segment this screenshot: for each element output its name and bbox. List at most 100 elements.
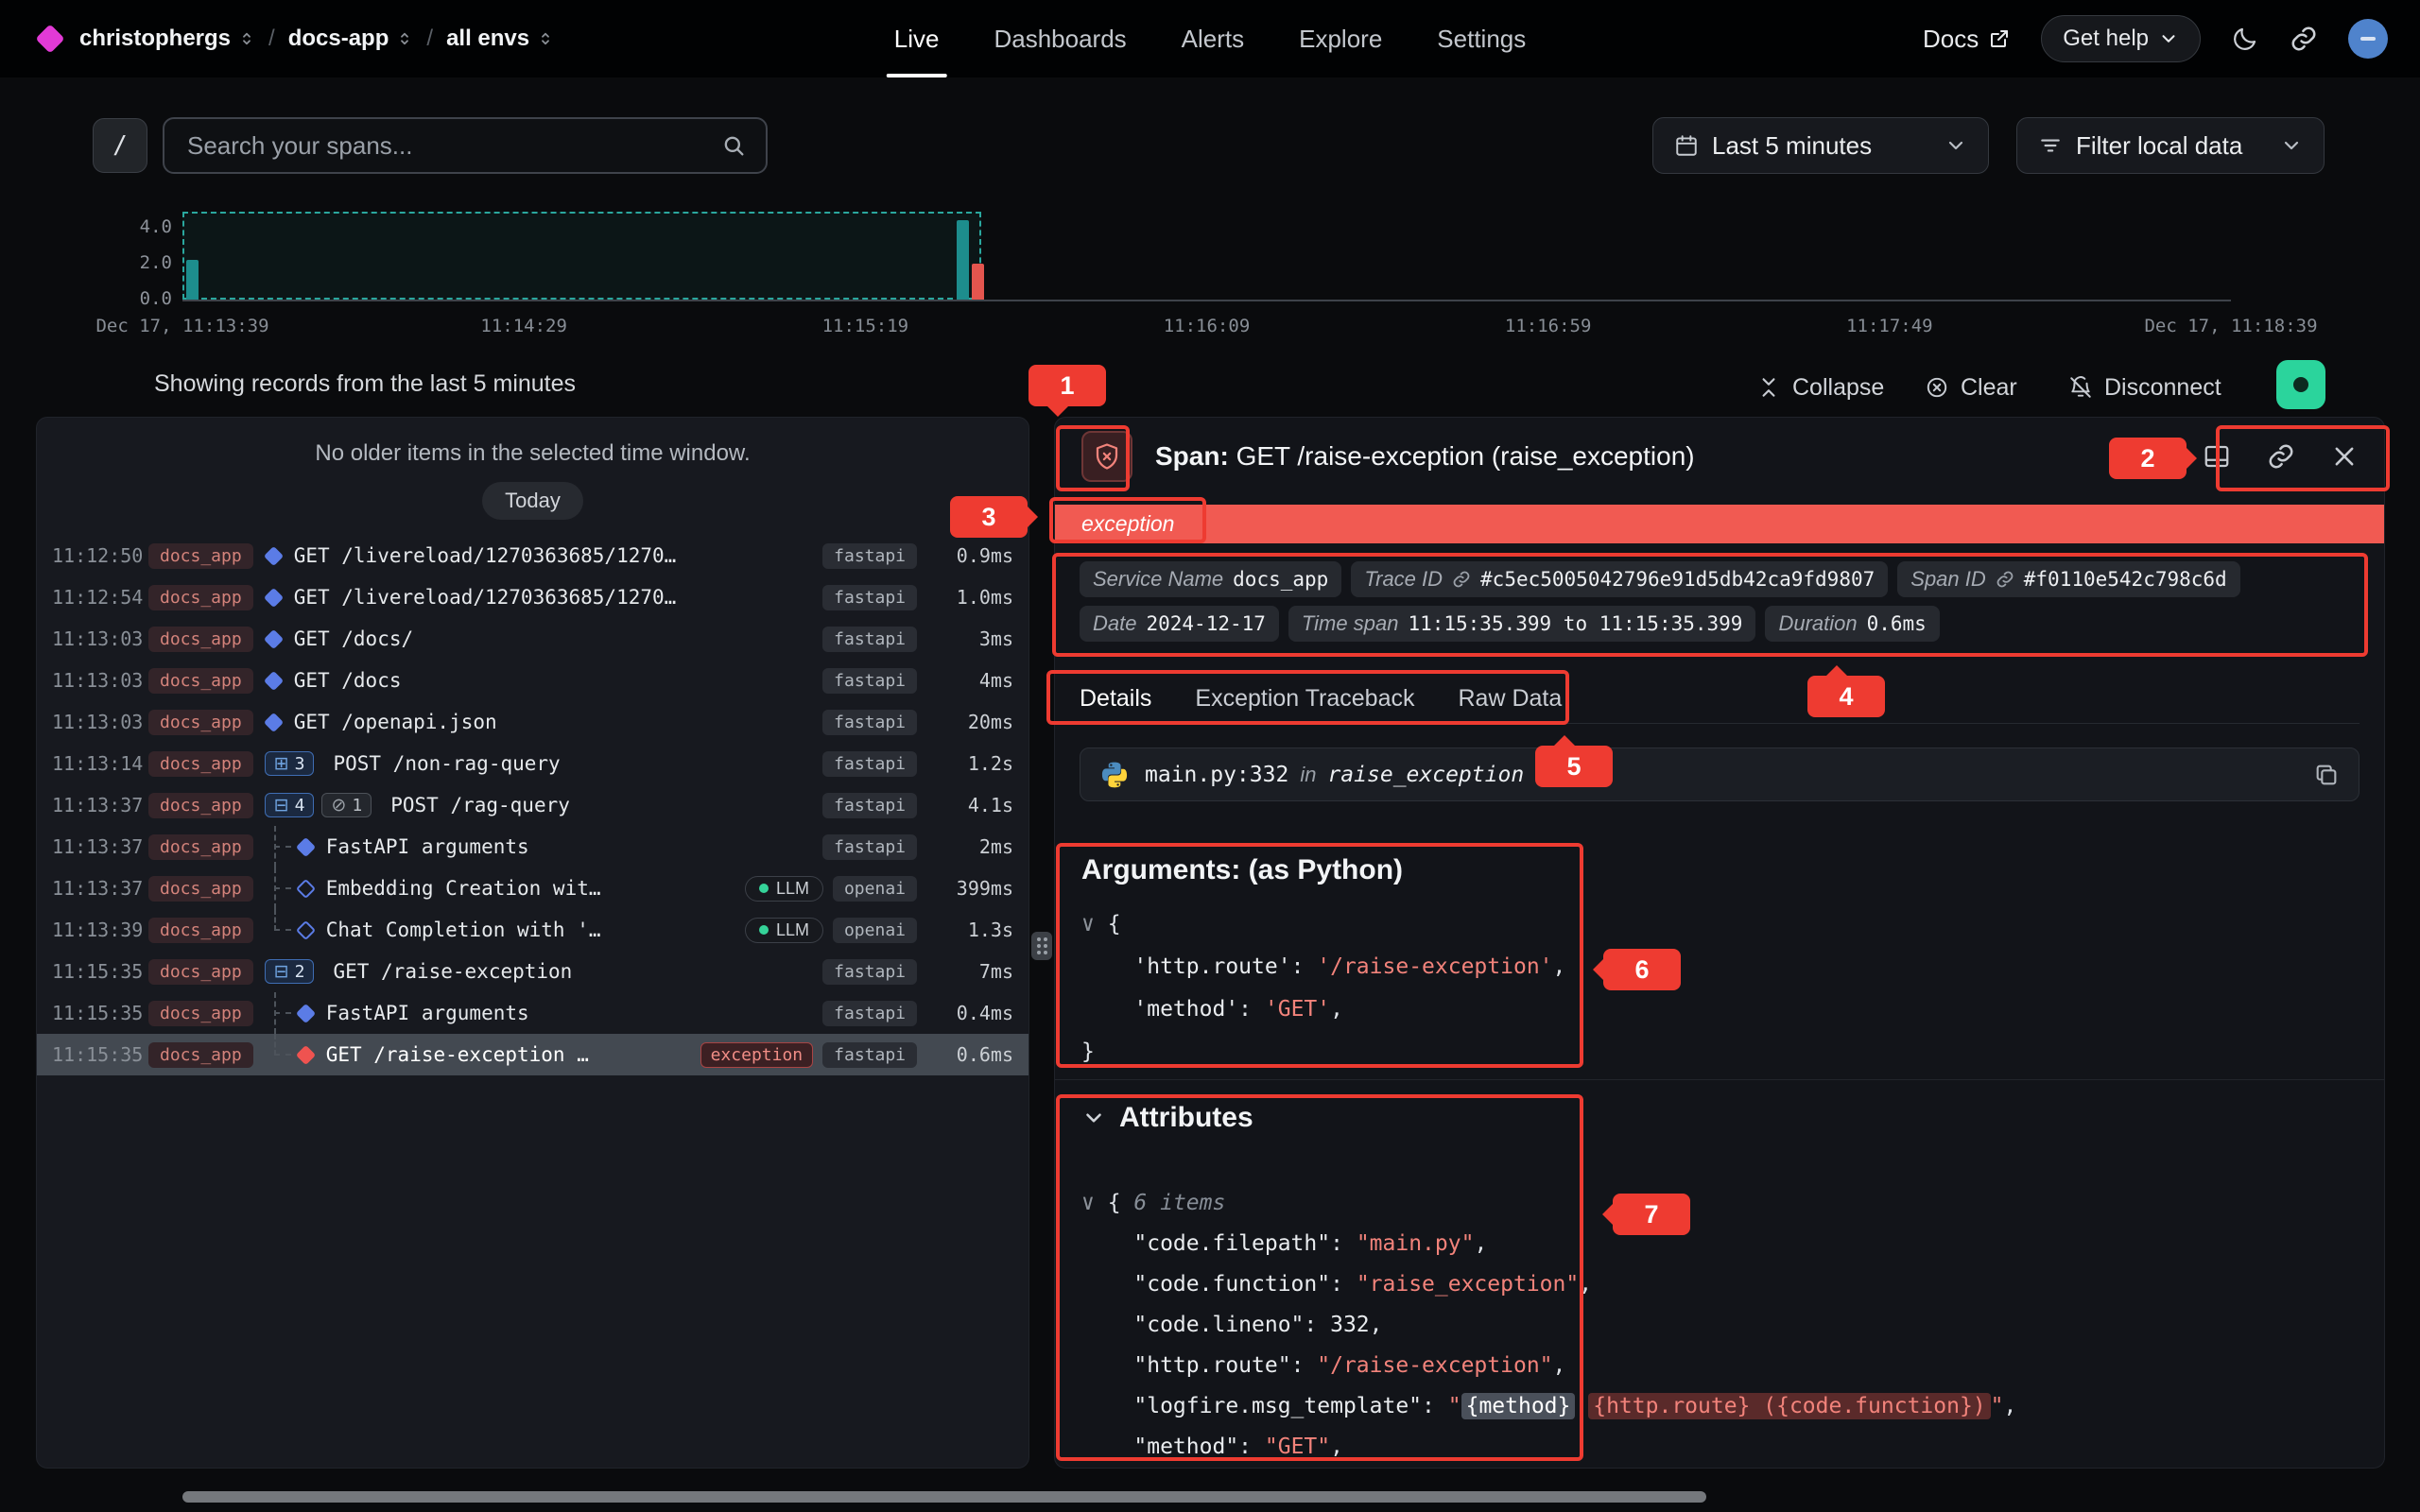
list-item[interactable]: 11:13:39docs_appChat Completion with '…L… — [37, 909, 1028, 951]
span-detail-panel: Span: GET /raise-exception (raise_except… — [1054, 417, 2385, 1469]
logfire-logo-icon[interactable] — [35, 24, 64, 53]
histogram-plot-area[interactable] — [182, 210, 2231, 301]
metadata-pill[interactable]: Trace ID#c5ec5005042796e91d5db42ca9fd980… — [1351, 561, 1888, 597]
span-count-bar[interactable] — [957, 220, 969, 300]
span-name: GET /raise-exception — [333, 960, 572, 983]
pill-value: #f0110e542c798c6d — [2024, 568, 2227, 591]
metadata-pill[interactable]: Service Name docs_app — [1080, 561, 1341, 597]
child-count-badge[interactable]: ⊟4 — [265, 793, 315, 817]
child-count-badge[interactable]: ⊞3 — [265, 751, 315, 776]
scope-badge: openai — [833, 918, 917, 943]
span-name: GET /openapi.json — [294, 711, 497, 733]
code-location-preposition: in — [1300, 763, 1316, 787]
metadata-pill[interactable]: Duration0.6ms — [1765, 606, 1939, 642]
span-histogram: 4.0 2.0 0.0 Dec 17, 11:13:3911:14:2911:1… — [0, 200, 2420, 352]
code-file-line: main.py:332 — [1145, 763, 1288, 787]
collapse-button[interactable]: Collapse — [1756, 367, 1884, 408]
filter-button[interactable]: Filter local data — [2016, 117, 2325, 174]
scope-badge: fastapi — [822, 585, 917, 610]
service-badge: docs_app — [148, 710, 253, 735]
list-item[interactable]: 11:12:54docs_appGET /livereload/12703636… — [37, 576, 1028, 618]
list-item[interactable]: 11:13:37docs_appEmbedding Creation wit…L… — [37, 868, 1028, 909]
live-indicator-button[interactable] — [2276, 360, 2325, 409]
search-input[interactable] — [187, 131, 720, 161]
project-selector[interactable]: docs-app — [288, 26, 414, 52]
span-tree-area — [265, 535, 283, 576]
llm-badge: LLM — [745, 876, 823, 902]
service-badge: docs_app — [148, 585, 253, 610]
close-icon[interactable] — [2331, 443, 2358, 470]
hidden-spans-badge[interactable]: ⊘1 — [321, 793, 372, 817]
metadata-pill[interactable]: Time span11:15:35.399 to 11:15:35.399 — [1288, 606, 1756, 642]
dark-mode-toggle[interactable] — [2231, 25, 2259, 53]
metadata-pill[interactable]: Date2024-12-17 — [1080, 606, 1279, 642]
nav-item-alerts[interactable]: Alerts — [1182, 0, 1244, 77]
panel-resize-handle[interactable] — [1031, 932, 1052, 960]
horizontal-scrollbar-thumb[interactable] — [182, 1491, 1706, 1503]
list-item[interactable]: 11:13:03docs_appGET /docsfastapi4ms — [37, 660, 1028, 701]
scope-badge: fastapi — [822, 543, 917, 569]
span-duration: 3ms — [926, 627, 1013, 650]
span-start-time: 11:13:37 — [52, 835, 143, 858]
today-badge[interactable]: Today — [482, 482, 583, 520]
error-count-bar[interactable] — [972, 264, 984, 300]
span-duration: 4.1s — [926, 794, 1013, 816]
time-range-button[interactable]: Last 5 minutes — [1652, 117, 1989, 174]
copy-link-icon[interactable] — [2267, 442, 2295, 471]
tab-exception-traceback[interactable]: Exception Traceback — [1195, 675, 1414, 723]
chevron-down-icon — [2158, 28, 2179, 49]
x-axis-label: 11:16:59 — [1505, 316, 1592, 336]
span-kind-icon — [296, 878, 316, 898]
span-duration: 7ms — [926, 960, 1013, 983]
list-item[interactable]: 11:13:03docs_appGET /docs/fastapi3ms — [37, 618, 1028, 660]
metadata-pill[interactable]: Span ID#f0110e542c798c6d — [1897, 561, 2239, 597]
llm-label: LLM — [776, 879, 809, 899]
x-axis-label: Dec 17, 11:18:39 — [2144, 316, 2317, 336]
user-avatar[interactable] — [2348, 19, 2388, 59]
list-item[interactable]: 11:15:35docs_appGET /raise-exception …ex… — [37, 1034, 1028, 1075]
main-nav: Live Dashboards Alerts Explore Settings — [894, 0, 1526, 77]
list-item[interactable]: 11:12:50docs_appGET /livereload/12703636… — [37, 535, 1028, 576]
span-tree-area — [265, 992, 315, 1034]
org-selector[interactable]: christophergs — [79, 26, 255, 52]
span-name: FastAPI arguments — [326, 835, 529, 858]
list-item[interactable]: 11:13:03docs_appGET /openapi.jsonfastapi… — [37, 701, 1028, 743]
docs-link[interactable]: Docs — [1923, 25, 2011, 54]
nav-item-settings[interactable]: Settings — [1437, 0, 1526, 77]
child-count-badge[interactable]: ⊟2 — [265, 959, 315, 984]
list-item[interactable]: 11:15:35docs_app⊟2GET /raise-exceptionfa… — [37, 951, 1028, 992]
y-axis-label: 2.0 — [104, 252, 172, 273]
share-link-button[interactable] — [2290, 25, 2318, 53]
external-link-icon — [1988, 27, 2011, 50]
span-count-bar[interactable] — [186, 260, 199, 300]
records-summary: Showing records from the last 5 minutes — [154, 370, 576, 398]
list-item[interactable]: 11:13:37docs_appFastAPI argumentsfastapi… — [37, 826, 1028, 868]
pill-label: Service Name — [1093, 567, 1223, 592]
nav-item-dashboards[interactable]: Dashboards — [994, 0, 1126, 77]
tab-raw-data[interactable]: Raw Data — [1459, 675, 1563, 723]
span-duration: 1.0ms — [926, 586, 1013, 609]
link-icon — [1452, 570, 1471, 589]
tree-connector — [265, 992, 297, 1034]
disconnect-button[interactable]: Disconnect — [2068, 367, 2221, 408]
list-item[interactable]: 11:15:35docs_appFastAPI argumentsfastapi… — [37, 992, 1028, 1034]
span-metadata-tags: Service Name docs_app Trace ID#c5ec5005042… — [1080, 561, 2240, 642]
get-help-button[interactable]: Get help — [2041, 15, 2201, 62]
pill-value: docs_app — [1233, 568, 1328, 591]
span-duration: 399ms — [926, 877, 1013, 900]
nav-item-explore[interactable]: Explore — [1299, 0, 1382, 77]
env-selector[interactable]: all envs — [446, 26, 554, 52]
nav-item-live[interactable]: Live — [894, 0, 940, 77]
attributes-section-header[interactable]: Attributes — [1081, 1102, 1253, 1134]
dock-panel-icon[interactable] — [2203, 442, 2231, 471]
copy-button[interactable] — [2313, 762, 2340, 788]
list-item[interactable]: 11:13:14docs_app⊞3POST /non-rag-queryfas… — [37, 743, 1028, 784]
attributes-code-line: "method": "GET", — [1081, 1427, 2016, 1468]
span-name: GET /docs/ — [294, 627, 413, 650]
annotation-badge-1: 1 — [1028, 365, 1106, 406]
clear-button[interactable]: Clear — [1925, 367, 2017, 408]
span-duration: 2ms — [926, 835, 1013, 858]
list-item[interactable]: 11:13:37docs_app⊟4⊘1POST /rag-queryfasta… — [37, 784, 1028, 826]
tab-details[interactable]: Details — [1080, 675, 1151, 723]
python-icon — [1099, 760, 1130, 790]
